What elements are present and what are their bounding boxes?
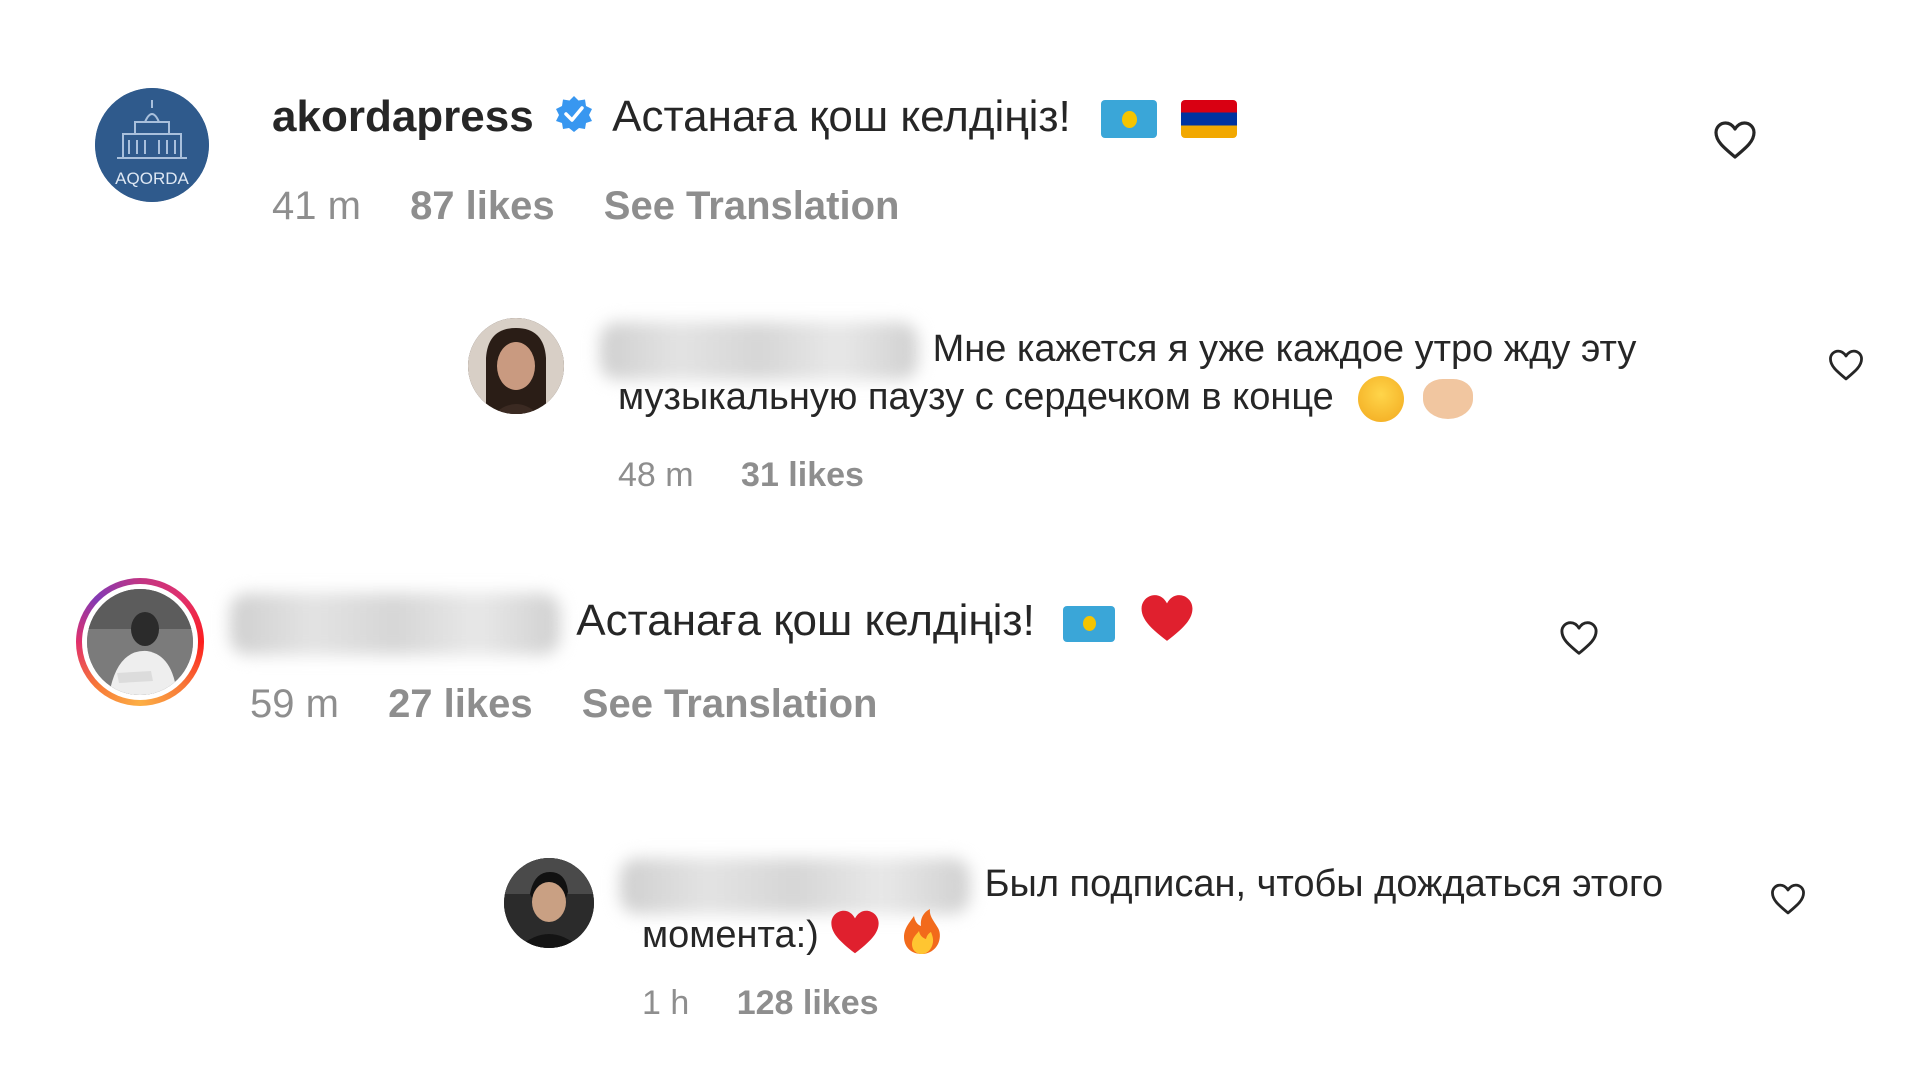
- comment-text-line2: музыкальную паузу с сердечком в конце: [618, 376, 1334, 419]
- username[interactable]: akordapress: [272, 92, 534, 141]
- comment-text-line1: Мне кажется я уже каждое утро жду эту: [932, 328, 1637, 371]
- likes-count[interactable]: 87 likes: [410, 184, 555, 228]
- comment-time: 1 h: [642, 984, 690, 1022]
- see-translation-link[interactable]: See Translation: [604, 184, 900, 228]
- heart-icon[interactable]: [1828, 348, 1864, 387]
- user-avatar[interactable]: [468, 318, 564, 414]
- fire-emoji-icon: [900, 908, 944, 966]
- blurred-username: [230, 592, 560, 655]
- kazakhstan-flag-icon: [1063, 605, 1116, 642]
- likes-count[interactable]: 31 likes: [741, 456, 864, 494]
- comment-meta: 59 m 27 likes See Translation: [250, 682, 915, 727]
- comment-meta: 41 m 87 likes See Translation: [272, 184, 937, 229]
- comment-time: 41 m: [272, 184, 361, 228]
- red-heart-emoji-icon: [1139, 592, 1195, 655]
- user-avatar[interactable]: [504, 858, 594, 948]
- armenia-flag-icon: [1181, 100, 1238, 139]
- heart-icon[interactable]: [1770, 882, 1806, 921]
- laughing-emoji-icon: [1358, 376, 1405, 422]
- comment-text: Астанаға қош келдіңіз!: [612, 92, 1071, 141]
- comment-text: Астанаға қош келдіңіз!: [576, 596, 1035, 646]
- heart-icon[interactable]: [1559, 620, 1599, 661]
- story-ring-avatar[interactable]: [76, 578, 204, 706]
- comment-2-line2: музыкальную паузу с сердечком в конце: [618, 376, 1473, 422]
- comment-time: 48 m: [618, 456, 694, 494]
- comment-4-line1: Был подписан, чтобы дождаться этого: [620, 858, 1663, 914]
- comment-meta: 48 m 31 likes: [618, 456, 902, 495]
- heart-hands-emoji-icon: [1422, 379, 1473, 419]
- comment-text-line2: момента:): [642, 914, 819, 957]
- red-heart-emoji-icon: [829, 908, 881, 966]
- likes-count[interactable]: 128 likes: [737, 984, 879, 1022]
- akordapress-avatar[interactable]: AQORDA: [95, 88, 209, 202]
- comment-text-line1: Был подписан, чтобы дождаться этого: [984, 863, 1664, 906]
- avatar-label: AQORDA: [115, 169, 189, 188]
- heart-icon[interactable]: [1713, 120, 1757, 165]
- comment-3-text-line: Астанаға қош келдіңіз!: [230, 592, 1195, 655]
- comment-1-text-line: akordapress Астанаға қош келдіңіз!: [272, 92, 1238, 145]
- kazakhstan-flag-icon: [1101, 100, 1157, 139]
- comment-4-line2: момента:): [642, 908, 944, 966]
- comment-meta: 1 h 128 likes: [642, 984, 917, 1023]
- see-translation-link[interactable]: See Translation: [582, 682, 878, 726]
- likes-count[interactable]: 27 likes: [388, 682, 533, 726]
- verified-badge-icon: [554, 94, 594, 145]
- comment-time: 59 m: [250, 682, 339, 726]
- blurred-username: [620, 858, 970, 914]
- blurred-username: [600, 322, 918, 380]
- comment-2-line1: Мне кажется я уже каждое утро жду эту: [600, 322, 1636, 380]
